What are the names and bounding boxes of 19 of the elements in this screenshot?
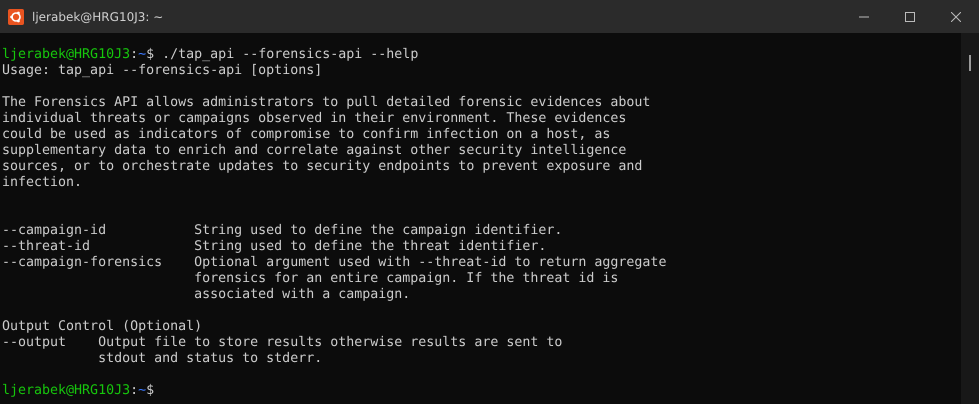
maximize-icon bbox=[905, 12, 915, 22]
scrollbar[interactable] bbox=[961, 33, 979, 404]
ubuntu-logo-icon bbox=[8, 8, 24, 24]
window-title: ljerabek@HRG10J3: ~ bbox=[32, 10, 164, 24]
option-name: --campaign-forensics bbox=[2, 255, 164, 272]
output-text: The Forensics API allows administrators to pull detailed forensic evidences about individual threats or campaigns observed in their environment. These evidences could be used as indicators of compromise to confirm infection on a host, as supplementary data to enrich and correlate against other security intelligence sources, or to orchestrate updates to security endpoints to prevent exposure and infection. bbox=[2, 95, 652, 191]
option-name: --threat-id bbox=[2, 239, 92, 255]
output-text: Output Control (Optional) bbox=[2, 319, 204, 335]
output-text: Usage: tap_api --forensics-api [options] bbox=[2, 63, 324, 79]
option-name: --campaign-id bbox=[2, 223, 108, 239]
close-icon bbox=[951, 12, 961, 22]
prompt-line: ljerabek@HRG10J3:~$ bbox=[2, 383, 156, 399]
option-name: --output bbox=[2, 335, 68, 352]
option-description: String used to define the campaign identifier. bbox=[194, 223, 564, 239]
scroll-thumb[interactable] bbox=[969, 55, 971, 71]
option-description: String used to define the threat identifier. bbox=[194, 239, 548, 255]
prompt-line: ljerabek@HRG10J3:~$ ./tap_api --forensics-api --help bbox=[2, 47, 420, 63]
option-description: Output file to store results otherwise results are sent to stdout and status to stderr. bbox=[98, 335, 564, 367]
option-description: Optional argument used with --threat-id to return aggregate forensics for an entire campaign. If the threat id is associated with a campaign. bbox=[194, 255, 668, 303]
